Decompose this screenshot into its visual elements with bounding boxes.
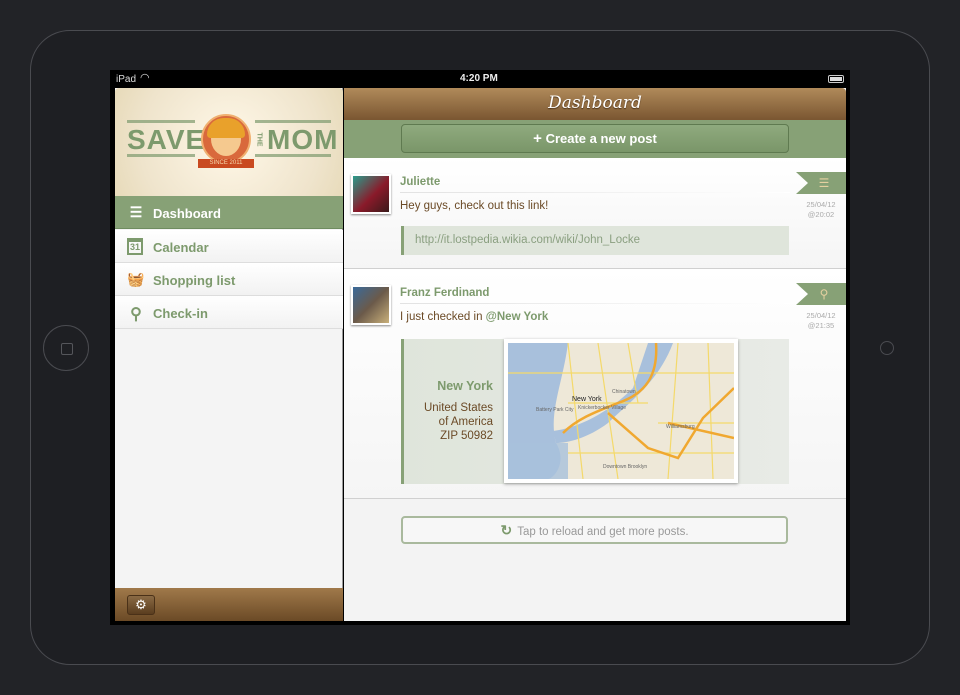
- camera: [880, 341, 894, 355]
- map-pin-icon: ⚲: [819, 287, 829, 301]
- logo-save: SAVE: [127, 124, 206, 155]
- map-label: Downtown Brooklyn: [603, 464, 647, 470]
- post-text: Hey guys, check out this link!: [400, 200, 549, 212]
- map-label: Knickerbocker Village: [578, 405, 626, 411]
- post-timestamp: 25/04/12 @21:35: [806, 311, 836, 330]
- plus-icon: +: [533, 130, 542, 147]
- location-address: United States of America ZIP 50982: [423, 402, 493, 442]
- logo-mom: MOM: [267, 124, 339, 155]
- sidebar-item-dashboard[interactable]: ☰ Dashboard: [115, 196, 343, 229]
- post-link[interactable]: http://it.lostpedia.wikia.com/wiki/John_…: [401, 226, 789, 255]
- map-label: Battery Park City: [536, 407, 574, 413]
- map-label: Williamsburg: [666, 424, 695, 430]
- main-panel: Dashboard + Create a new post Juliette H…: [344, 88, 846, 621]
- sidebar-item-shopping-list[interactable]: 🧺 Shopping list: [115, 263, 343, 296]
- location-card[interactable]: New York United States of America ZIP 5098…: [401, 339, 789, 484]
- battery-icon: [828, 75, 844, 83]
- avatar[interactable]: [351, 174, 391, 214]
- avatar[interactable]: [351, 285, 391, 325]
- settings-button[interactable]: ⚙: [127, 595, 155, 615]
- mom-face-icon: [201, 114, 251, 164]
- list-icon: ☰: [129, 204, 143, 220]
- create-post-button[interactable]: + Create a new post: [401, 124, 789, 153]
- clock: 4:20 PM: [460, 73, 498, 84]
- page-title: Dashboard: [344, 88, 846, 120]
- map-label: New York: [572, 396, 602, 403]
- sidebar: SAVE THE MOM SINCE 2011 ☰ Dashboard 31 C…: [115, 88, 343, 621]
- status-bar: iPad ◠ 4:20 PM: [110, 70, 850, 88]
- logo-the: THE: [255, 132, 263, 147]
- location-city: New York: [437, 379, 493, 393]
- device-label: iPad: [116, 74, 137, 85]
- post-text: I just checked in @New York: [400, 311, 549, 323]
- post-author[interactable]: Juliette: [400, 176, 440, 188]
- calendar-icon: 31: [127, 238, 143, 255]
- reload-button[interactable]: ↻ Tap to reload and get more posts.: [401, 516, 788, 544]
- basket-icon: 🧺: [127, 271, 145, 287]
- post-item[interactable]: Franz Ferdinand I just checked in @New Y…: [344, 269, 846, 499]
- toolbar: + Create a new post: [344, 120, 846, 158]
- reload-icon: ↻: [500, 522, 513, 538]
- logo: SAVE THE MOM SINCE 2011: [115, 88, 343, 196]
- wifi-icon: ◠: [140, 72, 150, 84]
- map-label: Chinatown: [612, 389, 636, 395]
- list-icon: ☰: [818, 176, 830, 190]
- map-thumbnail[interactable]: New York Chinatown Williamsburg Downtown…: [504, 339, 738, 483]
- post-item[interactable]: Juliette Hey guys, check out this link! …: [344, 158, 846, 269]
- sidebar-footer: ⚙: [115, 588, 343, 621]
- sidebar-item-check-in[interactable]: ⚲ Check-in: [115, 296, 343, 329]
- post-type-flag: ☰: [796, 172, 846, 194]
- sidebar-item-calendar[interactable]: 31 Calendar: [115, 230, 343, 263]
- post-author[interactable]: Franz Ferdinand: [400, 287, 489, 299]
- home-button[interactable]: [43, 325, 89, 371]
- map-pin-icon: ⚲: [130, 306, 142, 323]
- post-timestamp: 25/04/12 @20:02: [806, 200, 836, 219]
- logo-ribbon: SINCE 2011: [198, 159, 254, 168]
- post-type-flag: ⚲: [796, 283, 846, 305]
- location-mention[interactable]: @New York: [486, 311, 549, 323]
- gear-icon: ⚙: [135, 597, 147, 612]
